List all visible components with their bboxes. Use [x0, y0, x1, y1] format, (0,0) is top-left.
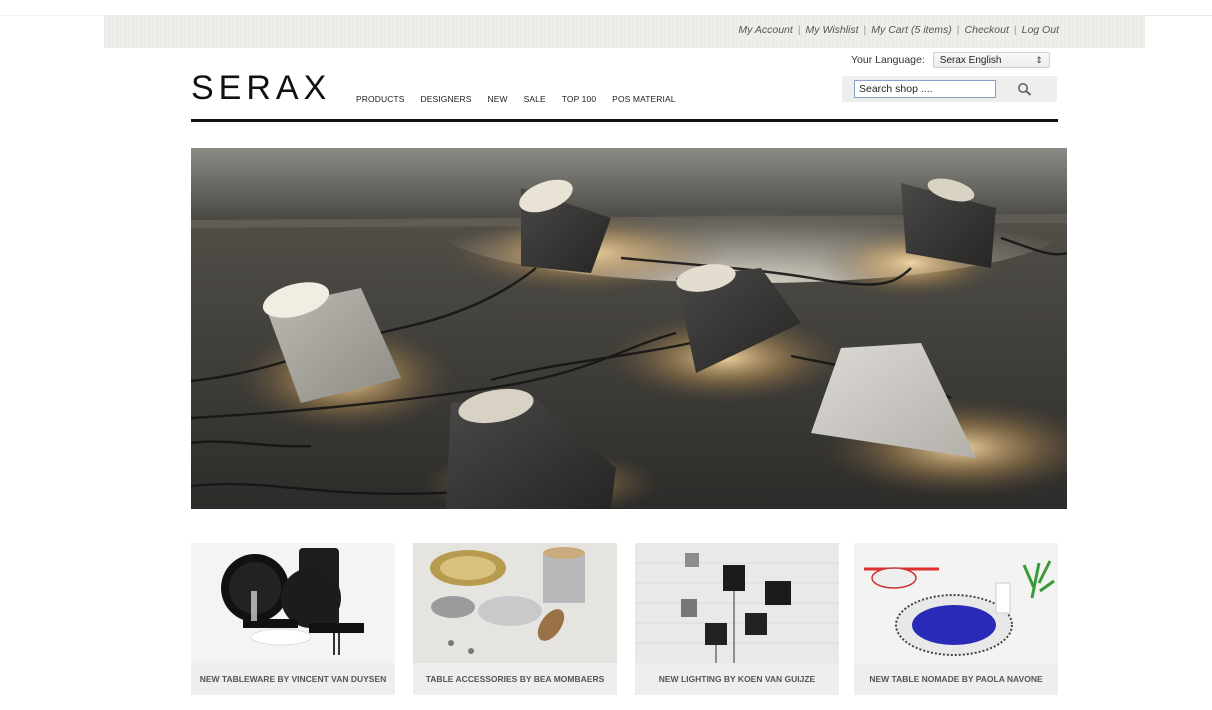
serax-logo[interactable]: SERAX	[191, 70, 331, 106]
my-account-link[interactable]: My Account	[738, 24, 792, 36]
tile-image	[854, 543, 1058, 663]
select-arrows-icon: ⇕	[1035, 54, 1043, 65]
search-button[interactable]	[1015, 80, 1035, 98]
page: My Account | My Wishlist | My Cart (5 items)…	[0, 0, 1212, 710]
top-divider-left	[0, 15, 104, 16]
account-links: My Account | My Wishlist | My Cart (5 items)…	[738, 24, 1059, 36]
tile-image	[635, 543, 839, 663]
main-nav: PRODUCTS DESIGNERS NEW SALE TOP 100 POS …	[356, 94, 692, 104]
language-selector-row: Your Language: Serax English ⇕	[851, 51, 1050, 68]
top-divider-right	[1145, 15, 1212, 16]
language-label: Your Language:	[851, 53, 925, 66]
separator: |	[797, 24, 801, 36]
tile-image	[413, 543, 617, 663]
tile-tableware[interactable]: NEW TABLEWARE BY VINCENT VAN DUYSEN	[191, 543, 395, 695]
my-wishlist-link[interactable]: My Wishlist	[806, 24, 859, 36]
nav-item-designers[interactable]: DESIGNERS	[421, 94, 472, 104]
tile-caption[interactable]: TABLE ACCESSORIES BY BEA MOMBAERS	[413, 663, 617, 695]
tile-table-accessories[interactable]: TABLE ACCESSORIES BY BEA MOMBAERS	[413, 543, 617, 695]
tile-lighting[interactable]: NEW LIGHTING BY KOEN VAN GUIJZE	[635, 543, 839, 695]
my-cart-link[interactable]: My Cart (5 items)	[871, 24, 952, 36]
checkout-link[interactable]: Checkout	[965, 24, 1009, 36]
hero-image	[191, 148, 1067, 509]
separator: |	[863, 24, 867, 36]
tile-image	[191, 543, 395, 663]
nav-item-products[interactable]: PRODUCTS	[356, 94, 405, 104]
tile-table-nomade[interactable]: NEW TABLE NOMADE BY PAOLA NAVONE	[854, 543, 1058, 695]
language-value: Serax English	[939, 54, 1002, 66]
header-divider	[191, 119, 1058, 122]
nav-item-top-100[interactable]: TOP 100	[562, 94, 596, 104]
account-bar: My Account | My Wishlist | My Cart (5 items)…	[104, 15, 1145, 48]
nav-item-pos-material[interactable]: POS MATERIAL	[612, 94, 675, 104]
hero-banner[interactable]	[191, 148, 1067, 509]
nav-item-new[interactable]: NEW	[487, 94, 507, 104]
separator: |	[956, 24, 960, 36]
log-out-link[interactable]: Log Out	[1022, 24, 1059, 36]
tile-caption[interactable]: NEW TABLEWARE BY VINCENT VAN DUYSEN	[191, 663, 395, 695]
search-box	[842, 76, 1057, 102]
search-input[interactable]	[854, 80, 996, 98]
featured-tiles: NEW TABLEWARE BY VINCENT VAN DUYSEN TABL…	[191, 543, 1058, 695]
nav-item-sale[interactable]: SALE	[524, 94, 546, 104]
tile-caption[interactable]: NEW TABLE NOMADE BY PAOLA NAVONE	[854, 663, 1058, 695]
tile-caption[interactable]: NEW LIGHTING BY KOEN VAN GUIJZE	[635, 663, 839, 695]
separator: |	[1013, 24, 1017, 36]
magnifier-icon	[1018, 83, 1031, 96]
language-select[interactable]: Serax English ⇕	[932, 51, 1050, 68]
